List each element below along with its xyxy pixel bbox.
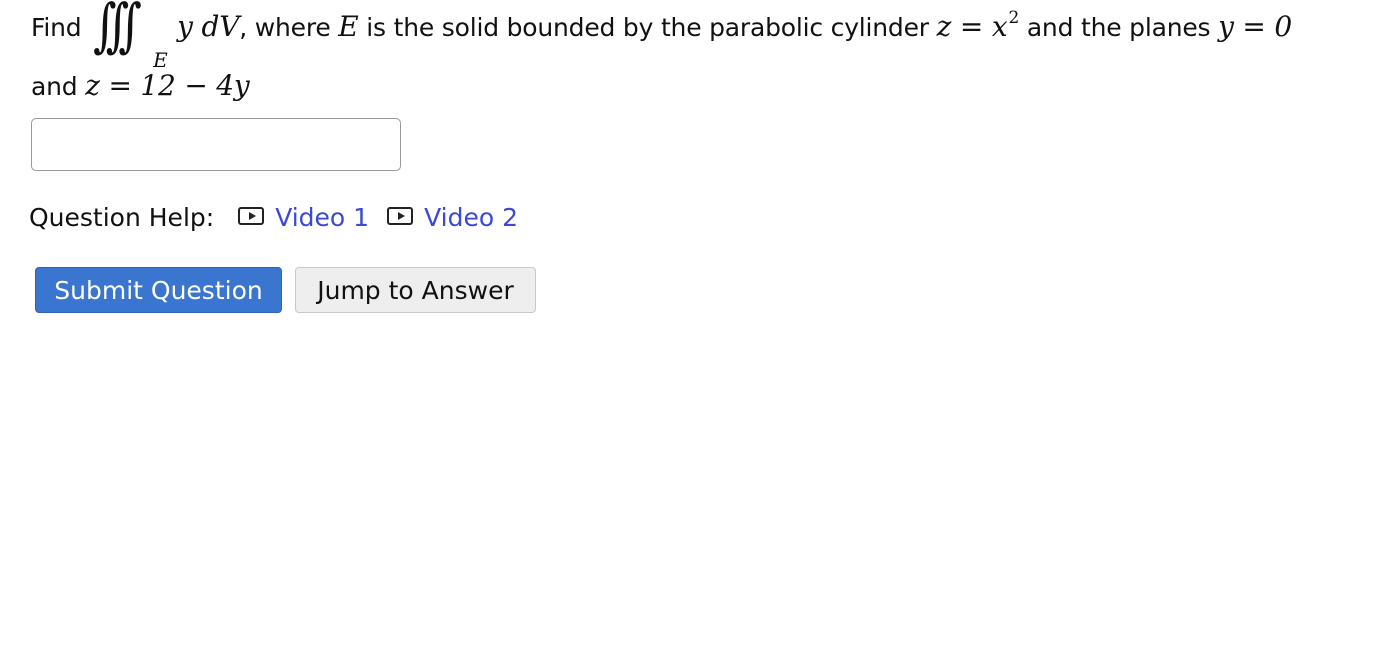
and-word: and: [31, 72, 78, 101]
where-word: where: [254, 13, 331, 42]
comma: ,: [239, 13, 247, 42]
integral-symbol: ∫∫∫: [93, 0, 142, 59]
plane-1-equation: y = 0: [1218, 10, 1293, 43]
jump-to-answer-button[interactable]: Jump to Answer: [295, 267, 536, 313]
integrand: y dV: [177, 10, 240, 43]
answer-input[interactable]: [31, 118, 401, 171]
video-play-icon: [387, 207, 414, 225]
video-1-label: Video 1: [275, 203, 370, 232]
and-planes-text: and the planes: [1026, 13, 1211, 42]
question-help: Question Help: Video 1 Video 2: [29, 201, 536, 235]
region-description: is the solid bounded by the parabolic cy…: [366, 13, 929, 42]
question-line-1: Find ∫∫∫ E y dV, where E is the solid bo…: [31, 0, 1293, 72]
submit-question-button[interactable]: Submit Question: [35, 267, 282, 313]
cylinder-exponent: 2: [1008, 8, 1020, 28]
plane-2-equation: z = 12 − 4y: [85, 69, 250, 102]
video-2-label: Video 2: [424, 203, 518, 232]
video-1-link[interactable]: Video 1: [238, 201, 369, 235]
find-word: Find: [31, 13, 82, 42]
triple-integral: ∫∫∫ E: [89, 0, 177, 72]
cylinder-equation: z = x: [936, 10, 1008, 43]
region-symbol: E: [338, 10, 359, 43]
video-play-icon: [238, 207, 265, 225]
question-line-2: and z = 12 − 4y: [31, 71, 250, 102]
video-2-link[interactable]: Video 2: [387, 201, 518, 235]
question-help-label: Question Help:: [29, 203, 215, 232]
